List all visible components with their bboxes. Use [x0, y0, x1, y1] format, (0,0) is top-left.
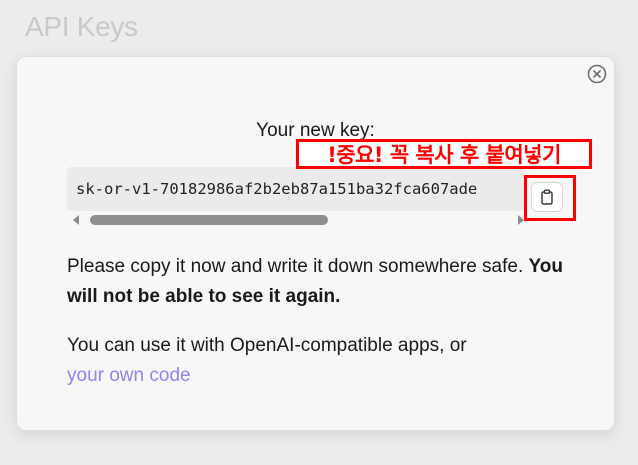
scroll-left-arrow-icon[interactable]	[73, 215, 79, 225]
own-code-link[interactable]: your own code	[67, 365, 191, 386]
usage-note: You can use it with OpenAI-compatible ap…	[67, 331, 567, 391]
clipboard-icon	[541, 189, 553, 205]
horizontal-scrollbar[interactable]	[67, 211, 524, 229]
api-key-field[interactable]: sk-or-v1-70182986af2b2eb87a151ba32fca607…	[67, 167, 524, 211]
close-circle-icon	[587, 64, 607, 84]
instructions-text: Please copy it now and write it down som…	[67, 256, 524, 277]
usage-text: You can use it with OpenAI-compatible ap…	[67, 335, 467, 356]
important-annotation: !중요! 꼭 복사 후 붙여넣기	[296, 139, 592, 169]
api-key-value[interactable]: sk-or-v1-70182986af2b2eb87a151ba32fca607…	[76, 180, 477, 198]
scroll-thumb[interactable]	[90, 215, 328, 225]
copy-instructions: Please copy it now and write it down som…	[67, 252, 567, 312]
copy-button[interactable]	[531, 182, 563, 212]
page-title: API Keys	[25, 11, 138, 42]
close-button[interactable]	[587, 64, 607, 84]
new-key-dialog: Your new key: sk-or-v1-70182986af2b2eb87…	[16, 56, 615, 431]
